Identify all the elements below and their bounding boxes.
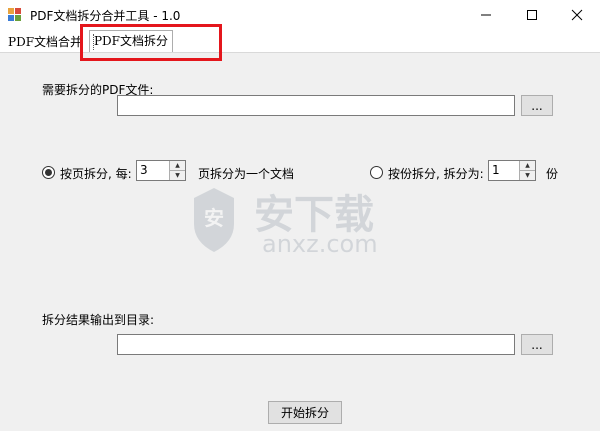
stepper-arrows: ▲ ▼ [519,161,535,180]
radio-by-parts[interactable] [370,166,383,179]
output-browse-button[interactable]: ... [521,334,553,355]
watermark-logo-glyph: 安 [204,206,224,230]
highlight-box [80,24,222,61]
stepper-down-icon[interactable]: ▼ [170,171,185,180]
parts-suffix-label: 份 [546,167,559,181]
maximize-icon [527,10,537,20]
stepper-down-icon[interactable]: ▼ [520,171,535,180]
source-file-input[interactable] [117,95,515,116]
stepper-arrows: ▲ ▼ [169,161,185,180]
close-icon [571,9,583,21]
app-icon [8,8,22,22]
watermark: 安 安下载 anxz.com [188,180,418,260]
output-browse-label: ... [531,337,543,352]
watermark-url: anxz.com [262,230,378,258]
output-dir-label: 拆分结果输出到目录: [42,313,155,327]
by-page-label: 按页拆分, 每: [60,167,132,181]
radio-by-page[interactable] [42,166,55,179]
minimize-icon [481,14,491,16]
parts-count-value: 1 [492,163,500,177]
tab-merge[interactable]: PDF文档合并 [4,32,84,52]
stepper-up-icon[interactable]: ▲ [170,161,185,171]
maximize-button[interactable] [509,0,555,30]
window-title: PDF文档拆分合并工具 - 1.0 [30,9,181,23]
parts-count-stepper[interactable]: 1 ▲ ▼ [488,160,536,181]
start-split-label: 开始拆分 [280,406,329,420]
source-browse-label: ... [531,98,543,113]
minimize-button[interactable] [463,0,509,30]
close-button[interactable] [554,0,600,30]
start-split-button[interactable]: 开始拆分 [268,401,342,424]
pages-per-doc-value: 3 [140,163,148,177]
pages-per-doc-stepper[interactable]: 3 ▲ ▼ [136,160,186,181]
radio-selected-dot [45,169,52,176]
output-dir-input[interactable] [117,334,515,355]
source-browse-button[interactable]: ... [521,95,553,116]
stepper-up-icon[interactable]: ▲ [520,161,535,171]
